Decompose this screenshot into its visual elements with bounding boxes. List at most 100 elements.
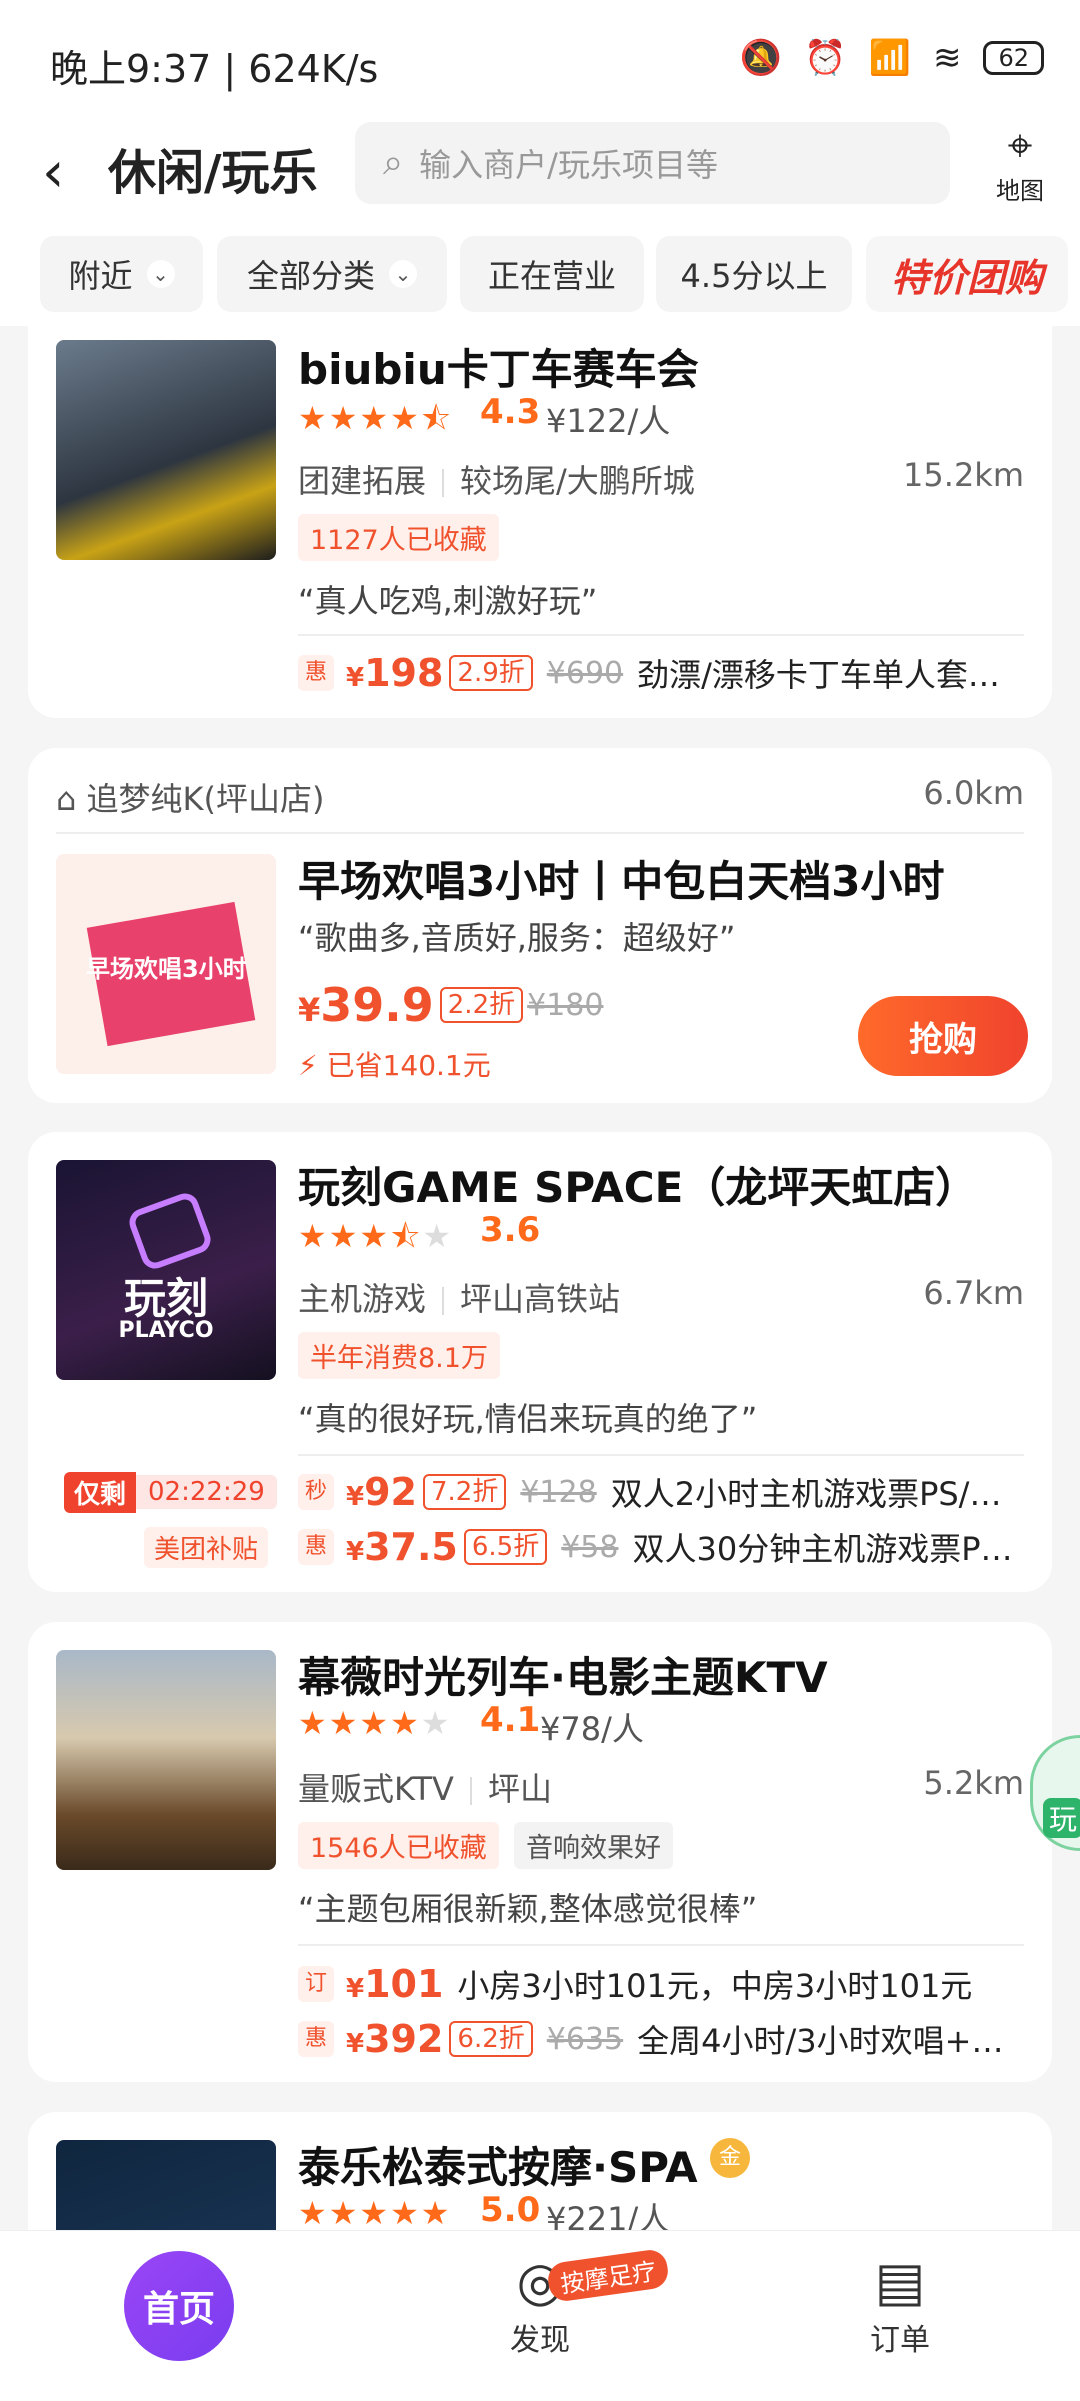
nav-orders[interactable]: ▤ 订单 [840, 2249, 960, 2359]
floating-badge-text: 玩 [1043, 1798, 1080, 1838]
store-name: 追梦纯K(坪山店) [86, 780, 325, 818]
shop-thumbnail [56, 1650, 276, 1870]
filter-open-now[interactable]: 正在营业 [460, 236, 644, 312]
deal-type-icon: 秒 [298, 1474, 334, 1510]
signal-icon: 📶 [868, 38, 911, 78]
deal-row[interactable]: 惠 ¥198 2.9折 ¥690 劲漂/漂移卡丁车单人套… [298, 651, 1000, 695]
flame-icon: ⚡ [298, 1049, 318, 1082]
review-quote: “歌曲多,音质好,服务：超级好” [298, 919, 736, 957]
filter-nearby[interactable]: 附近 ⌄ [40, 236, 203, 312]
deal-type-icon: 订 [298, 1966, 334, 2002]
nav-orders-label: 订单 [870, 2323, 930, 2358]
store-row[interactable]: ⌂ 追梦纯K(坪山店) [56, 774, 324, 820]
thumb-subtext: PLAYCO [118, 1318, 214, 1343]
filter-nearby-label: 附近 [68, 257, 133, 295]
thumb-text: 玩刻 [123, 1274, 208, 1323]
divider [442, 469, 445, 497]
distance: 15.2km [903, 456, 1024, 494]
chevron-down-icon: ⌄ [389, 260, 417, 288]
deal-price-value: 101 [364, 1962, 444, 2006]
review-quote: “主题包厢很新颖,整体感觉很棒” [298, 1890, 758, 1928]
chevron-down-icon: ⌄ [146, 260, 175, 288]
filter-special-deal[interactable]: 特价团购 [866, 236, 1068, 312]
star-rating: ★★★★⯪ [298, 399, 454, 437]
deal-description: 双人2小时主机游戏票PS/… [610, 1475, 1002, 1513]
favorite-count-tag: 1127人已收藏 [298, 514, 499, 561]
subsidy-badge: 美团补贴 [144, 1527, 269, 1568]
shop-category: 团建拓展 [298, 462, 427, 500]
nav-discover-label: 发现 [510, 2323, 570, 2358]
map-label: 地图 [996, 177, 1044, 205]
filter-bar: 附近 ⌄ 全部分类 ⌄ 正在营业 4.5分以上 特价团购 [0, 230, 1080, 326]
deal-row[interactable]: 订 ¥101 小房3小时101元，中房3小时101元 [298, 1962, 972, 2006]
original-price: ¥128 [520, 1474, 597, 1510]
search-icon: ⌕ [383, 142, 404, 183]
deal-type-icon: 惠 [298, 655, 334, 691]
rating-score: 4.3 [480, 392, 541, 432]
shop-card-4[interactable]: 幕薇时光列车·电影主题KTV ★★★★★ 4.1 ¥78/人 量贩式KTV 坪山 … [28, 1622, 1052, 2082]
sales-tag: 半年消费8.1万 [298, 1332, 500, 1379]
deal-title: 早场欢唱3小时丨中包白天档3小时 [298, 857, 945, 906]
shop-category: 量贩式KTV [298, 1770, 454, 1808]
shop-name: 泰乐松泰式按摩·SPA [298, 2143, 698, 2192]
divider [298, 634, 1024, 636]
countdown-timer: 02:22:29 [136, 1475, 277, 1509]
store-icon: ⌂ [56, 780, 77, 818]
shop-meta: 主机游戏 坪山高铁站 [298, 1274, 620, 1320]
saved-amount: 已省140.1元 [326, 1049, 491, 1082]
feature-tag: 音响效果好 [514, 1822, 673, 1869]
deal-description: 双人30分钟主机游戏票P… [632, 1530, 1013, 1568]
shop-area: 坪山高铁站 [460, 1280, 621, 1318]
rating-score: 3.6 [480, 1210, 541, 1250]
shop-name: biubiu卡丁车赛车会 [298, 345, 699, 394]
wifi-icon: ≋ [932, 38, 962, 78]
page-title: 休闲/玩乐 [108, 145, 318, 201]
deal-thumbnail: 早场欢唱3小时 [56, 854, 276, 1074]
filter-category[interactable]: 全部分类 ⌄ [217, 236, 447, 312]
shop-area: 较场尾/大鹏所城 [460, 462, 695, 500]
search-input[interactable]: ⌕ 输入商户/玩乐项目等 [355, 122, 950, 204]
shop-card-3[interactable]: 玩刻 PLAYCO 玩刻GAME SPACE（龙坪天虹店） ★★★⯪★ 3.6 … [28, 1132, 1052, 1592]
battery-icon: 62 [983, 41, 1044, 75]
alarm-icon: ⏰ [804, 38, 847, 78]
shop-card-1[interactable]: biubiu卡丁车赛车会 ★★★★⯪ 4.3 ¥122/人 团建拓展 较场尾/大鹏… [28, 326, 1052, 718]
deal-row[interactable]: 秒 ¥92 7.2折 ¥128 双人2小时主机游戏票PS/… [298, 1470, 1001, 1514]
original-price: ¥635 [546, 2021, 624, 2057]
deal-description: 劲漂/漂移卡丁车单人套… [637, 656, 1000, 694]
review-quote: “真的很好玩,情侣来玩真的绝了” [298, 1400, 758, 1438]
discount-badge: 6.5折 [463, 1529, 548, 1565]
deal-description: 全周4小时/3小时欢唱+… [637, 2022, 1004, 2060]
shop-meta: 量贩式KTV 坪山 [298, 1764, 552, 1810]
map-button[interactable]: ⌖ 地图 [985, 120, 1055, 206]
divider [298, 1454, 1024, 1456]
favorite-count-tag: 1546人已收藏 [298, 1822, 499, 1869]
distance: 6.7km [923, 1274, 1024, 1312]
nav-home[interactable]: 首页 [124, 2251, 234, 2361]
deal-card-2[interactable]: ⌂ 追梦纯K(坪山店) 6.0km 早场欢唱3小时 早场欢唱3小时丨中包白天档3… [28, 748, 1052, 1103]
order-list-icon: ▤ [874, 2250, 926, 2313]
rating-score: 4.1 [480, 1700, 541, 1740]
filter-rating-4-5[interactable]: 4.5分以上 [656, 236, 852, 312]
discount-badge: 2.9折 [449, 655, 533, 691]
mute-icon: 🔕 [739, 38, 783, 78]
rating-score: 5.0 [480, 2190, 541, 2230]
status-bar: 晚上9:37 | 624K/s 🔕 ⏰ 📶 ≋ 62 [0, 0, 1080, 120]
thumb-text: 早场欢唱3小时 [86, 955, 247, 983]
status-time: 晚上9:37 | 624K/s [50, 47, 379, 91]
deal-description: 小房3小时101元，中房3小时101元 [457, 1967, 973, 2005]
original-price: ¥690 [546, 655, 624, 691]
shop-thumbnail [56, 340, 276, 560]
chevron-left-icon[interactable]: ‹ [42, 138, 64, 208]
deal-row[interactable]: 惠 ¥392 6.2折 ¥635 全周4小时/3小时欢唱+… [298, 2017, 1003, 2061]
deal-price: ¥198 [346, 651, 444, 695]
deal-type-icon: 惠 [298, 1529, 334, 1565]
brand-logo-icon [125, 1189, 215, 1273]
discount-badge: 2.2折 [439, 987, 524, 1023]
buy-button[interactable]: 抢购 [858, 996, 1028, 1076]
deal-row[interactable]: 惠 ¥37.5 6.5折 ¥58 双人30分钟主机游戏票P… [298, 1525, 1013, 1569]
countdown-badge: 仅剩 02:22:29 [64, 1471, 277, 1513]
saved-row: ⚡ 已省140.1元 [298, 1044, 491, 1084]
distance: 5.2km [923, 1764, 1024, 1802]
status-icons: 🔕 ⏰ 📶 ≋ 62 [740, 38, 1044, 78]
original-price: ¥180 [527, 987, 604, 1023]
